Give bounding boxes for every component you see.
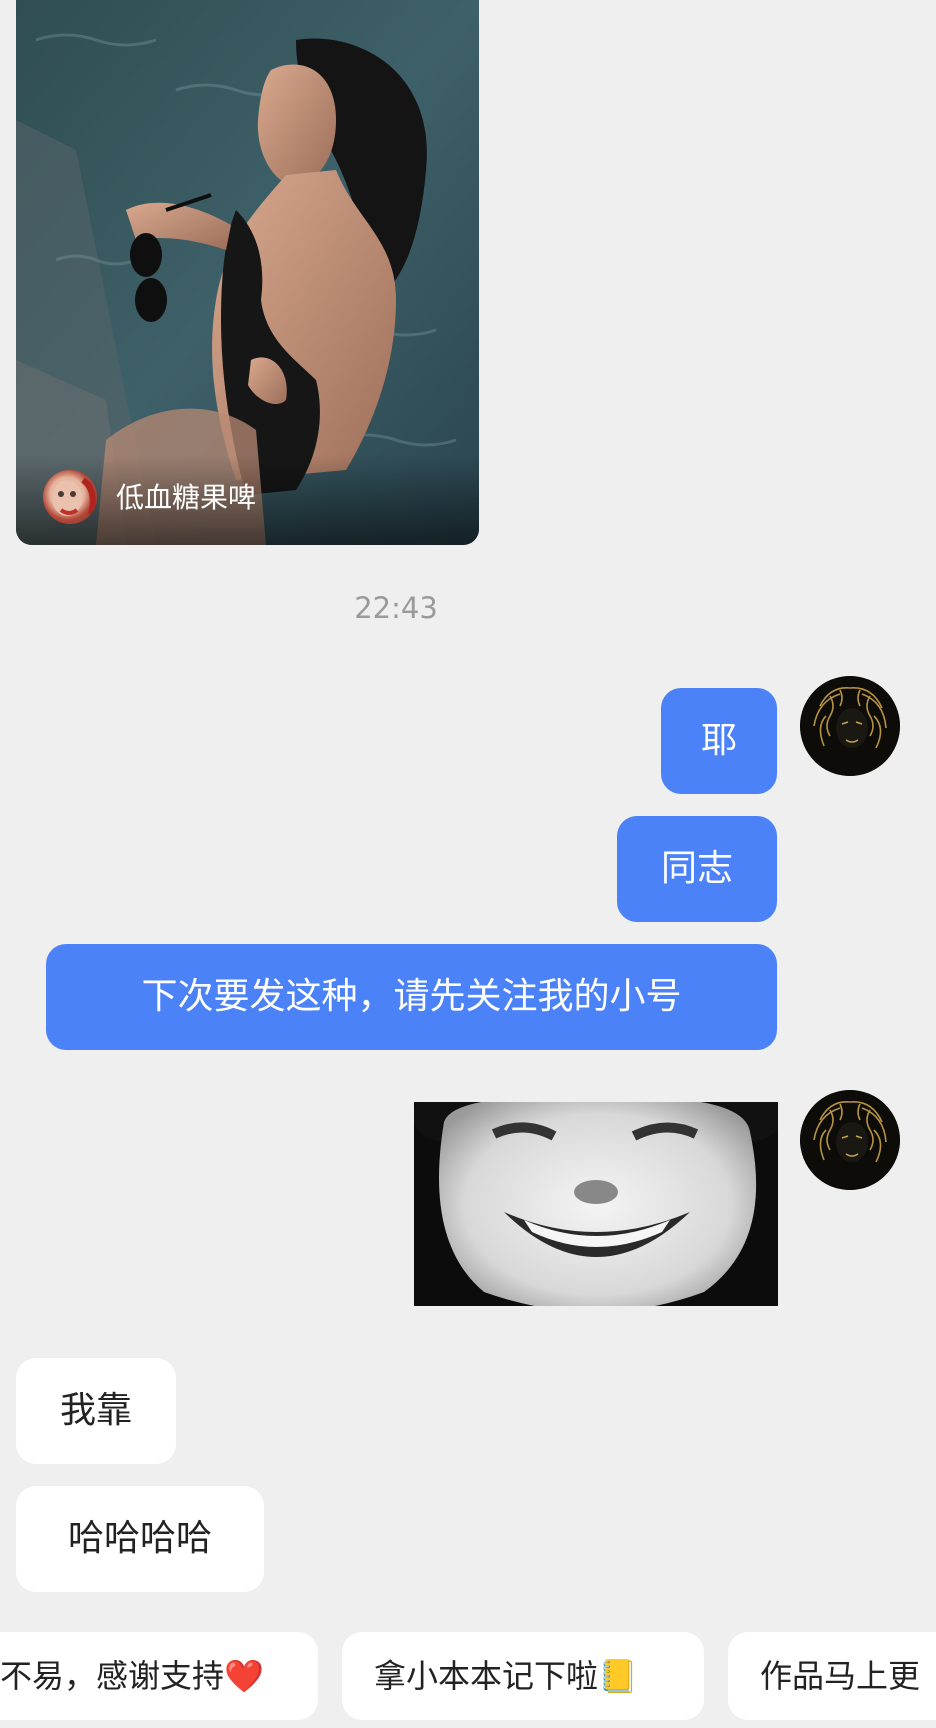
avatar-deity-icon bbox=[800, 676, 900, 776]
author-avatar-image bbox=[52, 477, 96, 516]
quick-reply-chip[interactable]: 不易，感谢支持❤️ bbox=[0, 1632, 318, 1720]
quick-reply-label: 作品马上更 bbox=[760, 1657, 921, 1695]
message-text: 下次要发这种，请先关注我的小号 bbox=[141, 976, 682, 1017]
laughing-face-sticker-icon bbox=[414, 1102, 778, 1306]
quick-reply-label: 拿小本本记下啦📒 bbox=[374, 1657, 638, 1695]
my-message-bubble[interactable]: 耶 bbox=[661, 688, 777, 794]
my-message-bubble[interactable]: 下次要发这种，请先关注我的小号 bbox=[46, 944, 777, 1050]
avatar-deity-icon bbox=[800, 1090, 900, 1190]
post-author-name[interactable]: 低血糖果啤 bbox=[116, 478, 256, 518]
quick-reply-chip[interactable]: 拿小本本记下啦📒 bbox=[342, 1632, 704, 1720]
shared-post-card[interactable]: 低血糖果啤 bbox=[16, 0, 479, 545]
quick-reply-label: 不易，感谢支持❤️ bbox=[0, 1657, 264, 1695]
their-message-bubble[interactable]: 我靠 bbox=[16, 1358, 176, 1464]
their-message-bubble[interactable]: 哈哈哈哈 bbox=[16, 1486, 264, 1592]
message-text: 哈哈哈哈 bbox=[67, 1518, 212, 1559]
my-avatar[interactable] bbox=[800, 676, 900, 776]
quick-reply-chip[interactable]: 作品马上更 bbox=[728, 1632, 936, 1720]
quick-reply-bar: 不易，感谢支持❤️ 拿小本本记下啦📒 作品马上更 bbox=[0, 1632, 936, 1722]
my-message-bubble[interactable]: 同志 bbox=[617, 816, 777, 922]
laughing-face-sticker[interactable] bbox=[414, 1102, 778, 1306]
message-text: 耶 bbox=[700, 720, 737, 761]
message-timestamp: 22:43 bbox=[354, 591, 438, 625]
post-author-avatar[interactable] bbox=[43, 470, 97, 524]
my-avatar[interactable] bbox=[800, 1090, 900, 1190]
message-text: 同志 bbox=[660, 848, 733, 889]
message-text: 我靠 bbox=[59, 1390, 132, 1431]
